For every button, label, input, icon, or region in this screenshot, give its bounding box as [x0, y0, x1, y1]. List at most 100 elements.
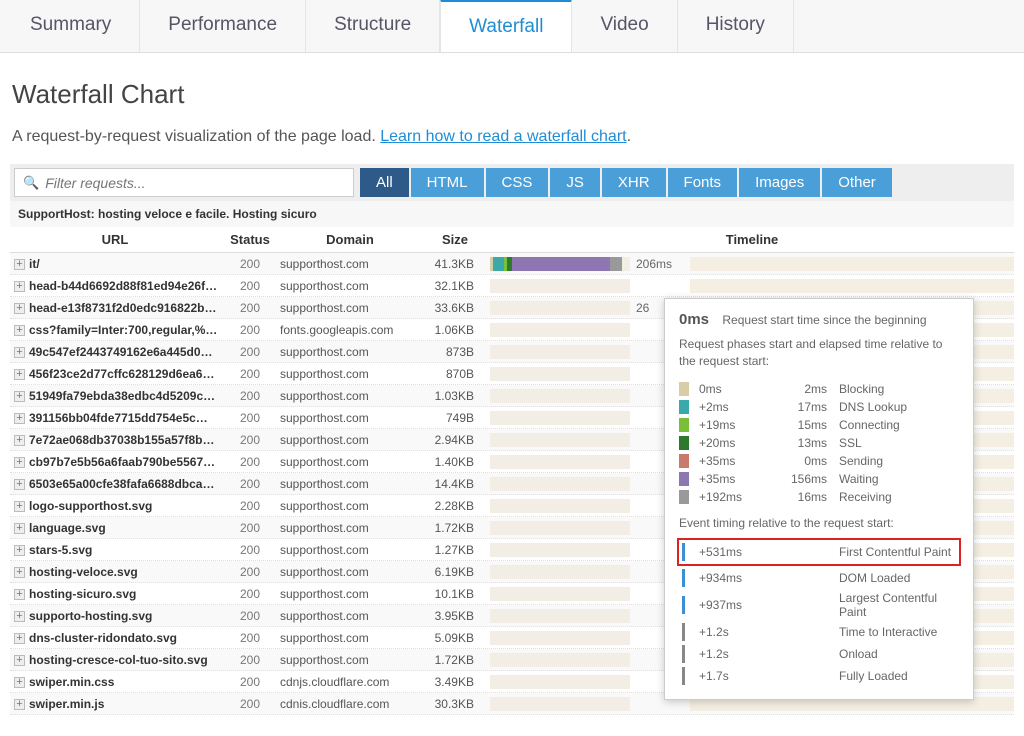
cell-status: 200 [220, 631, 280, 645]
popup-events-label: Event timing relative to the request sta… [679, 516, 959, 530]
phase-swatch [679, 436, 689, 450]
expand-icon[interactable]: + [14, 435, 25, 446]
expand-icon[interactable]: + [14, 347, 25, 358]
phase-label: Sending [839, 454, 959, 468]
phase-label: Receiving [839, 490, 959, 504]
expand-icon[interactable]: + [14, 281, 25, 292]
cell-bar [490, 477, 630, 491]
main-tabs: SummaryPerformanceStructureWaterfallVide… [0, 0, 1024, 53]
cell-size: 32.1KB [420, 279, 490, 293]
cell-status: 200 [220, 279, 280, 293]
col-size[interactable]: Size [420, 232, 490, 247]
cell-domain: supporthost.com [280, 477, 420, 491]
cell-url: +head-e13f8731f2d0edc916822b… [10, 301, 220, 315]
chip-css[interactable]: CSS [486, 168, 549, 197]
cell-bar [490, 433, 630, 447]
filter-box[interactable]: 🔍 [14, 168, 354, 197]
expand-icon[interactable]: + [14, 545, 25, 556]
cell-bar [490, 609, 630, 623]
event-marker [682, 569, 685, 587]
filter-input[interactable] [45, 175, 345, 191]
cell-size: 14.4KB [420, 477, 490, 491]
expand-icon[interactable]: + [14, 523, 25, 534]
expand-icon[interactable]: + [14, 325, 25, 336]
expand-icon[interactable]: + [14, 391, 25, 402]
expand-icon[interactable]: + [14, 699, 25, 710]
cell-size: 2.94KB [420, 433, 490, 447]
col-url[interactable]: URL [10, 232, 220, 247]
cell-url: +49c547ef2443749162e6a445d0… [10, 345, 220, 359]
chip-html[interactable]: HTML [411, 168, 484, 197]
event-marker [682, 667, 685, 685]
cell-bar [490, 301, 630, 315]
expand-icon[interactable]: + [14, 479, 25, 490]
expand-icon[interactable]: + [14, 633, 25, 644]
expand-icon[interactable]: + [14, 259, 25, 270]
cell-url: +7e72ae068db37038b155a57f8b… [10, 433, 220, 447]
cell-domain: supporthost.com [280, 367, 420, 381]
phase-row: +20ms13msSSL [679, 434, 959, 452]
tab-history[interactable]: History [678, 0, 794, 52]
expand-icon[interactable]: + [14, 589, 25, 600]
tab-performance[interactable]: Performance [140, 0, 306, 52]
page-title-row: SupportHost: hosting veloce e facile. Ho… [10, 201, 1014, 227]
event-start: +531ms [699, 545, 779, 559]
event-label: DOM Loaded [839, 571, 959, 585]
tab-summary[interactable]: Summary [0, 0, 140, 52]
chip-other[interactable]: Other [822, 168, 892, 197]
event-label: First Contentful Paint [839, 545, 959, 559]
col-domain[interactable]: Domain [280, 232, 420, 247]
cell-domain: supporthost.com [280, 521, 420, 535]
phase-elapsed: 13ms [779, 436, 839, 450]
expand-icon[interactable]: + [14, 369, 25, 380]
expand-icon[interactable]: + [14, 501, 25, 512]
learn-link[interactable]: Learn how to read a waterfall chart [380, 128, 626, 145]
popup-events: +531msFirst Contentful Paint+934msDOM Lo… [679, 538, 959, 687]
cell-status: 200 [220, 323, 280, 337]
cell-domain: supporthost.com [280, 499, 420, 513]
chip-all[interactable]: All [360, 168, 409, 197]
expand-icon[interactable]: + [14, 611, 25, 622]
chip-images[interactable]: Images [739, 168, 820, 197]
expand-icon[interactable]: + [14, 303, 25, 314]
expand-icon[interactable]: + [14, 677, 25, 688]
cell-status: 200 [220, 675, 280, 689]
tab-structure[interactable]: Structure [306, 0, 440, 52]
cell-domain: supporthost.com [280, 565, 420, 579]
cell-status: 200 [220, 565, 280, 579]
expand-icon[interactable]: + [14, 413, 25, 424]
cell-bar [490, 279, 630, 293]
cell-domain: supporthost.com [280, 345, 420, 359]
col-status[interactable]: Status [220, 232, 280, 247]
cell-status: 200 [220, 257, 280, 271]
expand-icon[interactable]: + [14, 567, 25, 578]
cell-bar [490, 411, 630, 425]
cell-domain: fonts.googleapis.com [280, 323, 420, 337]
chip-js[interactable]: JS [550, 168, 600, 197]
phase-swatch [679, 400, 689, 414]
expand-icon[interactable]: + [14, 457, 25, 468]
tab-video[interactable]: Video [572, 0, 677, 52]
chip-fonts[interactable]: Fonts [668, 168, 738, 197]
phase-row: 0ms2msBlocking [679, 380, 959, 398]
cell-size: 1.03KB [420, 389, 490, 403]
cell-url: +hosting-veloce.svg [10, 565, 220, 579]
cell-size: 1.72KB [420, 521, 490, 535]
chip-xhr[interactable]: XHR [602, 168, 666, 197]
event-start: +1.2s [699, 647, 779, 661]
table-row[interactable]: +head-b44d6692d88f81ed94e26f…200supporth… [10, 275, 1014, 297]
phase-label: Connecting [839, 418, 959, 432]
col-timeline[interactable]: Timeline [490, 232, 1014, 247]
event-start: +937ms [699, 598, 779, 612]
popup-start-time: 0ms [679, 311, 709, 328]
phase-label: DNS Lookup [839, 400, 959, 414]
event-row: +531ms First Contentful Paint [677, 538, 961, 566]
expand-icon[interactable]: + [14, 655, 25, 666]
cell-url: +dns-cluster-ridondato.svg [10, 631, 220, 645]
table-row[interactable]: +it/200supporthost.com41.3KB206ms [10, 253, 1014, 275]
tab-waterfall[interactable]: Waterfall [440, 0, 572, 52]
subtitle-text: A request-by-request visualization of th… [12, 128, 380, 145]
page-heading: Waterfall Chart [12, 79, 1014, 110]
cell-status: 200 [220, 477, 280, 491]
phase-row: +19ms15msConnecting [679, 416, 959, 434]
